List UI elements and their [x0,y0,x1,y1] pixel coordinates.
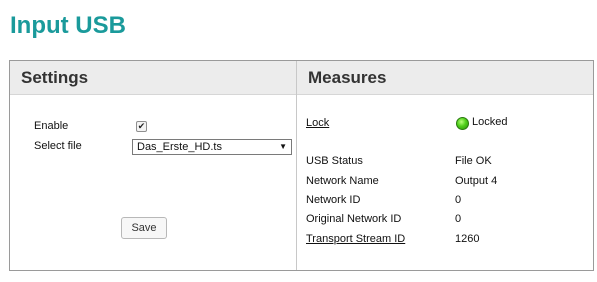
lock-value: Locked [472,116,508,128]
save-button[interactable]: Save [121,217,167,239]
transport-stream-id-value: 1260 [455,233,480,245]
select-file-value: Das_Erste_HD.ts [137,141,222,153]
network-name-value: Output 4 [455,175,498,187]
enable-checkbox[interactable]: ✔ [136,121,147,132]
transport-stream-id-link[interactable]: Transport Stream ID [306,233,405,245]
network-id-label: Network ID [306,194,361,206]
measures-header: Measures [297,61,593,95]
page-title: Input USB [10,12,126,39]
settings-header: Settings [10,61,296,95]
chevron-down-icon: ▼ [279,142,287,151]
original-network-id-label: Original Network ID [306,213,402,225]
lock-status-led-icon [456,117,469,130]
select-file-dropdown[interactable]: Das_Erste_HD.ts ▼ [132,139,292,155]
usb-status-label: USB Status [306,155,363,167]
network-id-value: 0 [455,194,462,206]
measures-panel: Measures Lock Locked USB Status File OK … [297,61,593,270]
settings-panel: Settings Enable ✔ Select file Das_Erste_… [10,61,297,270]
usb-status-value: File OK [455,155,492,167]
original-network-id-value: 0 [455,213,462,225]
network-name-label: Network Name [306,175,379,187]
input-panels: Settings Enable ✔ Select file Das_Erste_… [9,60,594,271]
select-file-label: Select file [34,140,82,152]
enable-label: Enable [34,120,69,132]
lock-link[interactable]: Lock [306,117,329,129]
